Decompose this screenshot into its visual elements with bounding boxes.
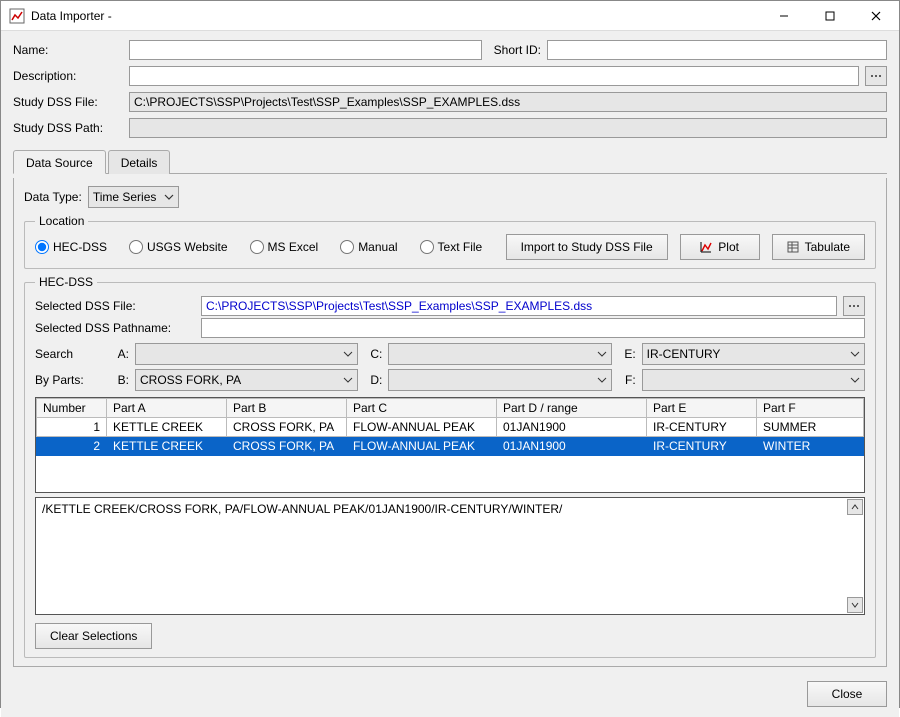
col-part-d[interactable]: Part D / range [497,399,647,418]
col-part-f[interactable]: Part F [757,399,864,418]
ellipsis-icon [870,71,882,81]
app-icon [9,8,25,24]
tab-details[interactable]: Details [108,150,171,174]
plot-icon [700,241,712,253]
tab-body: Data Type: Time Series Location HEC-DSS … [13,178,887,667]
chevron-down-icon [850,349,860,359]
data-type-combo[interactable]: Time Series [88,186,180,208]
description-browse-button[interactable] [865,66,887,86]
table-row[interactable]: 2KETTLE CREEKCROSS FORK, PAFLOW-ANNUAL P… [37,437,864,456]
window-maximize-button[interactable] [807,1,853,31]
radio-text-file[interactable]: Text File [420,240,483,254]
clear-selections-button[interactable]: Clear Selections [35,623,152,649]
name-label: Name: [13,43,123,57]
col-part-c[interactable]: Part C [347,399,497,418]
path-display-text: /KETTLE CREEK/CROSS FORK, PA/FLOW-ANNUAL… [42,502,562,516]
part-f-label: F: [618,373,636,387]
part-a-combo[interactable] [135,343,358,365]
col-part-b[interactable]: Part B [227,399,347,418]
window-minimize-button[interactable] [761,1,807,31]
short-id-label: Short ID: [494,43,541,57]
content-area: Name: Short ID: Description: Study DSS F… [1,31,899,675]
tabulate-button[interactable]: Tabulate [772,234,865,260]
data-type-label: Data Type: [24,190,82,204]
part-d-combo[interactable] [388,369,611,391]
path-display-box[interactable]: /KETTLE CREEK/CROSS FORK, PA/FLOW-ANNUAL… [35,497,865,615]
part-e-label: E: [618,347,636,361]
description-label: Description: [13,69,123,83]
search-label: Search [35,347,105,361]
part-e-combo[interactable]: IR-CENTURY [642,343,865,365]
chevron-down-icon [164,192,174,202]
part-b-combo[interactable]: CROSS FORK, PA [135,369,358,391]
study-dss-file-label: Study DSS File: [13,95,123,109]
hec-dss-fieldset: HEC-DSS Selected DSS File: Selected DSS … [24,275,876,658]
location-fieldset: Location HEC-DSS USGS Website MS Excel M… [24,214,876,269]
description-input[interactable] [129,66,859,86]
table-header-row: Number Part A Part B Part C Part D / ran… [37,399,864,418]
radio-usgs[interactable]: USGS Website [129,240,227,254]
chevron-up-icon [851,503,859,511]
radio-ms-excel[interactable]: MS Excel [250,240,319,254]
col-part-e[interactable]: Part E [647,399,757,418]
window: Data Importer - Name: Short ID: Descript… [0,0,900,708]
part-b-label: B: [111,373,129,387]
radio-hec-dss[interactable]: HEC-DSS [35,240,107,254]
col-number[interactable]: Number [37,399,107,418]
window-close-button[interactable] [853,1,899,31]
scroll-down-button[interactable] [847,597,863,613]
chevron-down-icon [343,375,353,385]
tabstrip: Data Source Details [13,149,887,174]
selected-dss-file-input[interactable] [201,296,837,316]
radio-manual[interactable]: Manual [340,240,397,254]
short-id-input[interactable] [547,40,887,60]
part-a-label: A: [111,347,129,361]
import-button[interactable]: Import to Study DSS File [506,234,668,260]
location-radio-group: HEC-DSS USGS Website MS Excel Manual Tex… [35,240,482,254]
selected-dss-file-browse-button[interactable] [843,296,865,316]
footer: Close [1,675,899,717]
table-row[interactable]: 1KETTLE CREEKCROSS FORK, PAFLOW-ANNUAL P… [37,418,864,437]
study-dss-path-field [129,118,887,138]
col-part-a[interactable]: Part A [107,399,227,418]
name-input[interactable] [129,40,482,60]
location-legend: Location [35,214,88,228]
plot-button[interactable]: Plot [680,234,760,260]
hec-dss-legend: HEC-DSS [35,275,97,289]
part-c-label: C: [364,347,382,361]
chevron-down-icon [850,375,860,385]
study-dss-path-label: Study DSS Path: [13,121,123,135]
selected-dss-file-label: Selected DSS File: [35,299,195,313]
chevron-down-icon [597,375,607,385]
part-c-combo[interactable] [388,343,611,365]
data-type-value: Time Series [93,190,157,204]
scroll-up-button[interactable] [847,499,863,515]
results-table[interactable]: Number Part A Part B Part C Part D / ran… [36,398,864,456]
chevron-down-icon [343,349,353,359]
selected-dss-pathname-input[interactable] [201,318,865,338]
results-table-wrap: Number Part A Part B Part C Part D / ran… [35,397,865,493]
selected-dss-pathname-label: Selected DSS Pathname: [35,321,195,335]
table-icon [787,241,799,253]
tab-data-source[interactable]: Data Source [13,150,106,174]
search-by-parts: Search A: C: E: IR-CENTURY By Parts: B: … [35,343,865,391]
chevron-down-icon [851,601,859,609]
action-buttons: Import to Study DSS File Plot Tabulate [506,234,865,260]
window-title: Data Importer - [31,9,761,23]
titlebar: Data Importer - [1,1,899,31]
by-parts-label: By Parts: [35,373,105,387]
study-dss-file-field [129,92,887,112]
part-d-label: D: [364,373,382,387]
ellipsis-icon [848,301,860,311]
chevron-down-icon [597,349,607,359]
part-f-combo[interactable] [642,369,865,391]
close-button[interactable]: Close [807,681,887,707]
